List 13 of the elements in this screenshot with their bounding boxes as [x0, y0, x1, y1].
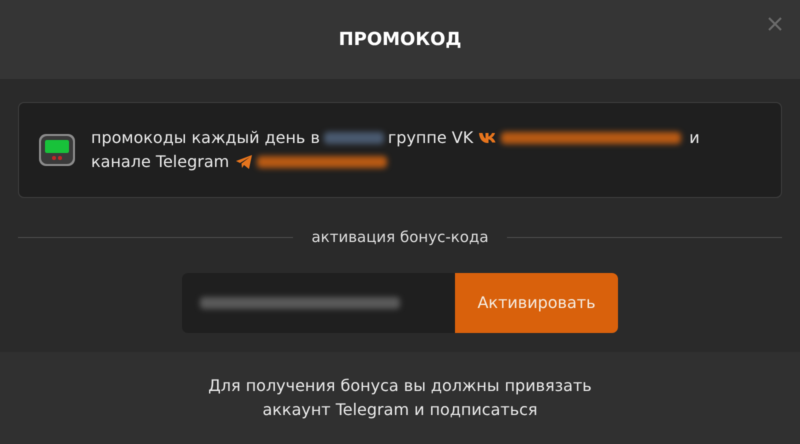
redacted-mark — [324, 132, 384, 144]
activate-button[interactable]: Активировать — [455, 272, 618, 332]
vk-logo-icon[interactable] — [479, 132, 498, 144]
notice-text: канале Telegram — [91, 151, 230, 173]
dialog-title: ПРОМОКОД — [338, 28, 462, 52]
section-label: активация бонус-кода — [311, 227, 489, 248]
notice-text: промокоды каждый день в — [91, 127, 320, 149]
paper-plane-icon[interactable] — [235, 154, 254, 170]
input-field[interactable] — [182, 272, 455, 332]
notice-text: и — [689, 127, 700, 149]
info-text: Для получения бонуса вы должны привязать — [208, 375, 592, 397]
info-text: аккаунт Telegram и подписаться — [262, 399, 538, 421]
notice-text: группе VK — [388, 127, 474, 149]
